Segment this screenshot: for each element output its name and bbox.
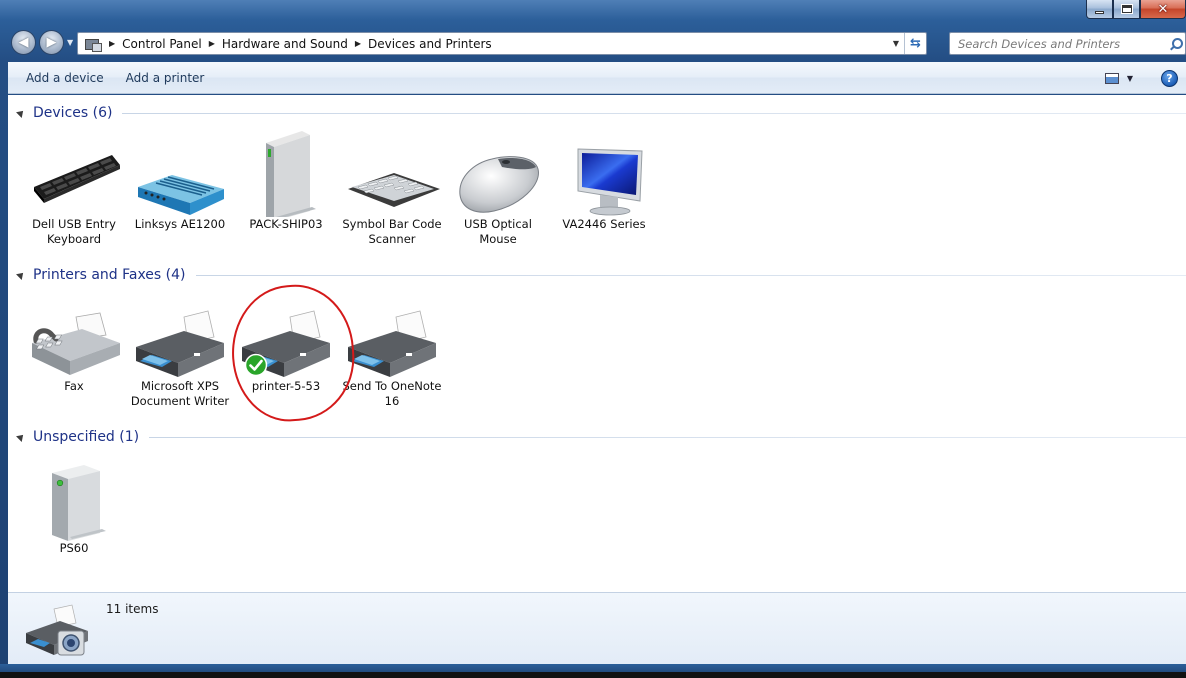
command-bar: Add a device Add a printer ▼ ? (8, 62, 1186, 94)
collapse-arrow-icon[interactable] (16, 108, 26, 118)
printer-icon (348, 310, 436, 377)
item-label: PACK-SHIP03 (249, 217, 323, 231)
breadcrumb-hardware-and-sound[interactable]: Hardware and Sound (222, 37, 348, 51)
back-arrow-icon: ◀ (18, 35, 29, 50)
item-label: PS60 (59, 541, 89, 555)
collapse-arrow-icon[interactable] (16, 270, 26, 280)
group-title: Devices (6) (33, 105, 113, 121)
item-count: 11 items (106, 602, 159, 616)
toolbar-right: ▼ ? (1104, 62, 1178, 94)
fax-icon (32, 312, 120, 375)
breadcrumb-devices-and-printers[interactable]: Devices and Printers (368, 37, 492, 51)
caption-buttons: ✕ (1086, 0, 1186, 19)
address-history-dropdown[interactable]: ▼ (888, 33, 904, 54)
screen-edge (0, 672, 1186, 678)
group-title: Printers and Faxes (4) (33, 267, 186, 283)
item-label: Dell USB Entry Keyboard (32, 217, 116, 246)
minimize-icon (1095, 10, 1104, 14)
group-header-printers[interactable]: Printers and Faxes (4) (8, 265, 1186, 285)
barcode-scanner-icon (348, 173, 440, 207)
group-header-unspecified[interactable]: Unspecified (1) (8, 427, 1186, 447)
mouse-icon (459, 156, 539, 213)
server-icon (52, 465, 106, 541)
device-item[interactable]: Symbol Bar Code Scanner (342, 129, 442, 247)
item-label: Send To OneNote 16 (342, 379, 442, 408)
explorer-window: ✕ ◀ ▶ ▼ ▶ Control Panel ▶ Hardware and S… (0, 0, 1186, 678)
add-device-button[interactable]: Add a device (18, 66, 112, 90)
monitor-icon (577, 148, 643, 216)
computer-tower-icon (266, 131, 316, 217)
item-label: USB Optical Mouse (464, 217, 532, 246)
view-options-dropdown[interactable]: ▼ (1127, 74, 1133, 83)
breadcrumb-control-panel[interactable]: Control Panel (122, 37, 202, 51)
printer-item[interactable]: Fax (24, 291, 124, 394)
breadcrumb-separator-icon[interactable]: ▶ (109, 39, 115, 48)
group-header-devices[interactable]: Devices (6) (8, 103, 1186, 123)
back-button[interactable]: ◀ (11, 30, 36, 55)
keyboard-icon (34, 155, 120, 203)
printer-item[interactable]: Send To OneNote 16 (342, 291, 442, 409)
help-icon[interactable]: ? (1161, 69, 1178, 87)
device-item[interactable]: Dell USB Entry Keyboard (24, 129, 124, 247)
device-item[interactable]: Linksys AE1200 (130, 129, 230, 232)
refresh-button[interactable]: ⇆ (904, 33, 926, 54)
item-label: Linksys AE1200 (134, 217, 226, 231)
printer-item[interactable]: Microsoft XPS Document Writer (130, 291, 230, 409)
details-pane: 11 items (8, 592, 1186, 664)
search-input[interactable] (950, 33, 1169, 54)
item-label: VA2446 Series (562, 217, 646, 231)
search-box (949, 32, 1186, 55)
group-divider (195, 274, 1186, 276)
close-icon: ✕ (1157, 1, 1169, 17)
refresh-icon: ⇆ (910, 36, 921, 51)
nav-buttons: ◀ ▶ ▼ (11, 30, 73, 55)
unspecified-item[interactable]: PS60 (24, 453, 124, 556)
close-button[interactable]: ✕ (1140, 0, 1186, 19)
breadcrumb-separator-icon[interactable]: ▶ (355, 39, 361, 48)
device-item[interactable]: USB Optical Mouse (448, 129, 548, 247)
group-title: Unspecified (1) (33, 429, 140, 445)
printer-icon (136, 310, 224, 377)
devices-content-pane: Devices (6) Dell USB Entry Keyboard Link… (8, 95, 1186, 592)
control-panel-icon (84, 37, 102, 52)
minimize-button[interactable] (1086, 0, 1113, 19)
device-item[interactable]: PACK-SHIP03 (236, 129, 336, 232)
devices-printers-icon (26, 604, 88, 656)
router-icon (138, 175, 224, 215)
breadcrumb-separator-icon[interactable]: ▶ (209, 39, 215, 48)
navigation-bar: ◀ ▶ ▼ ▶ Control Panel ▶ Hardware and Sou… (8, 28, 1186, 60)
forward-arrow-icon: ▶ (46, 35, 57, 50)
change-view-icon[interactable] (1104, 72, 1119, 84)
maximize-icon (1120, 4, 1133, 14)
forward-button[interactable]: ▶ (39, 30, 64, 55)
item-label: Symbol Bar Code Scanner (342, 217, 442, 246)
item-label: Fax (64, 379, 84, 393)
add-printer-button[interactable]: Add a printer (118, 66, 213, 90)
search-icon[interactable] (1169, 37, 1183, 51)
item-label: Microsoft XPS Document Writer (130, 379, 230, 408)
group-divider (149, 436, 1186, 438)
recent-pages-dropdown[interactable]: ▼ (67, 38, 73, 47)
address-bar[interactable]: ▶ Control Panel ▶ Hardware and Sound ▶ D… (77, 32, 927, 55)
maximize-button[interactable] (1113, 0, 1140, 19)
collapse-arrow-icon[interactable] (16, 432, 26, 442)
group-divider (122, 112, 1186, 114)
device-item[interactable]: VA2446 Series (554, 129, 654, 232)
